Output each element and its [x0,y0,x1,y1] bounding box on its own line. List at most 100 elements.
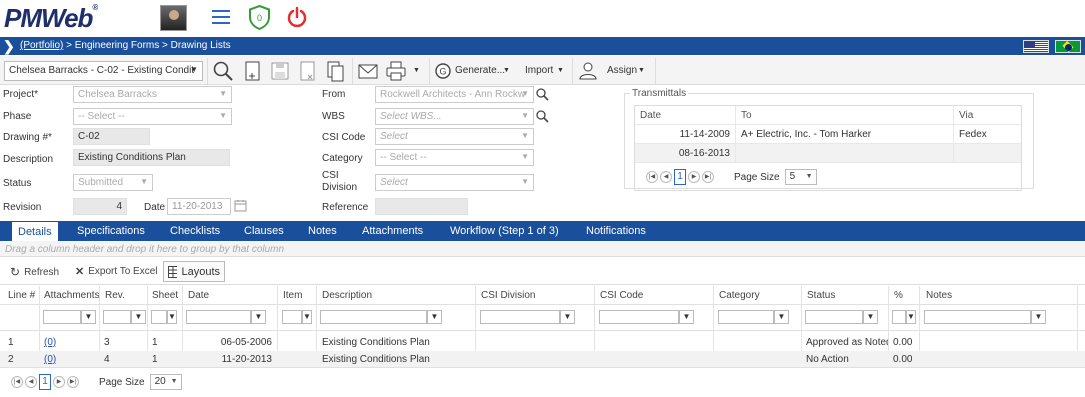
revision-field[interactable]: 4 [73,198,127,215]
email-icon[interactable] [356,59,380,83]
next-page-icon[interactable]: ▶ [53,376,65,388]
refresh-button[interactable]: ↻ Refresh [10,265,59,279]
pmweb-logo[interactable]: PMWeb® [4,3,98,34]
print-icon[interactable] [384,59,408,83]
filter-icon[interactable]: ▼ [774,310,789,324]
assign-user-icon[interactable] [577,59,601,83]
col-date[interactable]: Date [188,290,209,301]
col-csi-division[interactable]: CSI Division [481,290,535,301]
filter-icon[interactable]: ▼ [863,310,878,324]
layouts-button[interactable]: Layouts [163,261,225,282]
filter-input-item[interactable] [282,310,302,324]
generate-dropdown-icon[interactable]: ▼ [503,67,510,74]
page-size-select[interactable]: 20 [149,374,182,390]
col-csi-code[interactable]: CSI Code [600,290,643,301]
filter-icon[interactable]: ▼ [251,310,266,324]
chevron-right-icon[interactable]: ❯ [3,38,15,55]
filter-icon[interactable]: ▼ [167,310,177,324]
save-icon[interactable] [268,59,292,83]
tab-details[interactable]: Details [12,222,58,241]
col-description[interactable]: Description [322,290,372,301]
tab-checklists[interactable]: Checklists [164,221,226,241]
from-select[interactable]: Rockwell Architects - Ann Rockw ▼ [375,86,534,103]
col-notes[interactable]: Notes [926,290,952,301]
col-line[interactable]: Line # [8,290,35,301]
assign-dropdown-icon[interactable]: ▼ [638,67,645,74]
filter-input-csi-division[interactable] [480,310,560,324]
filter-icon[interactable]: ▼ [679,310,694,324]
table-row[interactable]: 11-14-2009 A+ Electric, Inc. - Tom Harke… [635,125,1021,144]
category-select[interactable]: -- Select -- ▼ [375,149,534,166]
import-dropdown-icon[interactable]: ▼ [557,67,564,74]
col-item[interactable]: Item [283,290,302,301]
filter-input-status[interactable] [805,310,863,324]
col-category[interactable]: Category [719,290,760,301]
notification-shield-icon[interactable]: 0 [248,4,271,31]
attachments-link[interactable]: (0) [44,354,56,365]
filter-icon[interactable]: ▼ [906,310,916,324]
tab-attachments[interactable]: Attachments [356,221,429,241]
drawing-number-field[interactable]: C-02 [73,128,150,145]
filter-input-description[interactable] [320,310,427,324]
table-row[interactable]: 1 (0) 3 1 06-05-2006 Existing Conditions… [0,334,1085,351]
transmittals-col-date[interactable]: Date [635,106,736,124]
filter-input-sheet[interactable] [151,310,167,324]
last-page-icon[interactable]: ▶| [702,171,714,183]
col-status[interactable]: Status [807,290,835,301]
filter-input-percent[interactable] [892,310,906,324]
status-select[interactable]: Submitted ▼ [73,174,153,191]
import-button[interactable]: Import [525,65,553,76]
attachments-link[interactable]: (0) [44,337,56,348]
current-page[interactable]: 1 [674,169,686,185]
next-page-icon[interactable]: ▶ [688,171,700,183]
tab-workflow[interactable]: Workflow (Step 1 of 3) [444,221,565,241]
transmittals-col-via[interactable]: Via [954,106,1021,124]
filter-icon[interactable]: ▼ [131,310,146,324]
breadcrumb-portfolio-link[interactable]: (Portfolio) [20,40,63,51]
current-page[interactable]: 1 [39,374,51,390]
filter-input-rev[interactable] [103,310,131,324]
wbs-select[interactable]: Select WBS... ▼ [375,108,534,125]
transmittals-col-to[interactable]: To [736,106,954,124]
calendar-icon[interactable] [234,199,247,215]
last-page-icon[interactable]: ▶| [67,376,79,388]
copy-icon[interactable] [324,59,348,83]
tab-notifications[interactable]: Notifications [580,221,652,241]
menu-icon[interactable] [212,10,230,24]
filter-icon[interactable]: ▼ [560,310,575,324]
table-row[interactable]: 2 (0) 4 1 11-20-2013 Existing Conditions… [0,351,1085,368]
col-attachments[interactable]: Attachments [44,290,100,301]
tab-specifications[interactable]: Specifications [71,221,151,241]
tab-notes[interactable]: Notes [302,221,343,241]
brazil-flag-icon[interactable] [1055,40,1081,53]
date-field[interactable]: 11-20-2013 [167,198,231,215]
from-search-icon[interactable] [535,87,549,104]
power-icon[interactable] [287,6,307,28]
delete-icon[interactable] [296,59,320,83]
prev-page-icon[interactable]: ◀ [660,171,672,183]
filter-input-notes[interactable] [924,310,1031,324]
user-avatar[interactable] [160,5,187,31]
filter-input-attachments[interactable] [43,310,81,324]
reference-field[interactable] [375,198,468,215]
us-flag-icon[interactable] [1023,40,1049,53]
group-by-drop-zone[interactable]: Drag a column header and drop it here to… [0,241,1085,257]
print-dropdown-icon[interactable]: ▼ [413,67,420,74]
csi-division-select[interactable]: Select ▼ [375,174,534,191]
generate-button[interactable]: Generate... [455,65,505,76]
assign-button[interactable]: Assign [607,65,637,76]
table-row[interactable]: 08-16-2013 [635,144,1021,163]
generate-icon[interactable]: G [434,62,452,80]
search-icon[interactable] [211,59,235,83]
filter-input-csi-code[interactable] [599,310,679,324]
project-select[interactable]: Chelsea Barracks ▼ [73,86,232,103]
page-size-select[interactable]: 5 [784,169,817,185]
col-percent[interactable]: % [894,290,903,301]
first-page-icon[interactable]: |◀ [646,171,658,183]
filter-icon[interactable]: ▼ [302,310,312,324]
export-excel-button[interactable]: ✕ Export To Excel [75,265,158,278]
prev-page-icon[interactable]: ◀ [25,376,37,388]
phase-select[interactable]: -- Select -- ▼ [73,108,232,125]
tab-clauses[interactable]: Clauses [238,221,290,241]
record-selector[interactable]: Chelsea Barracks - C-02 - Existing Condi… [4,61,203,81]
